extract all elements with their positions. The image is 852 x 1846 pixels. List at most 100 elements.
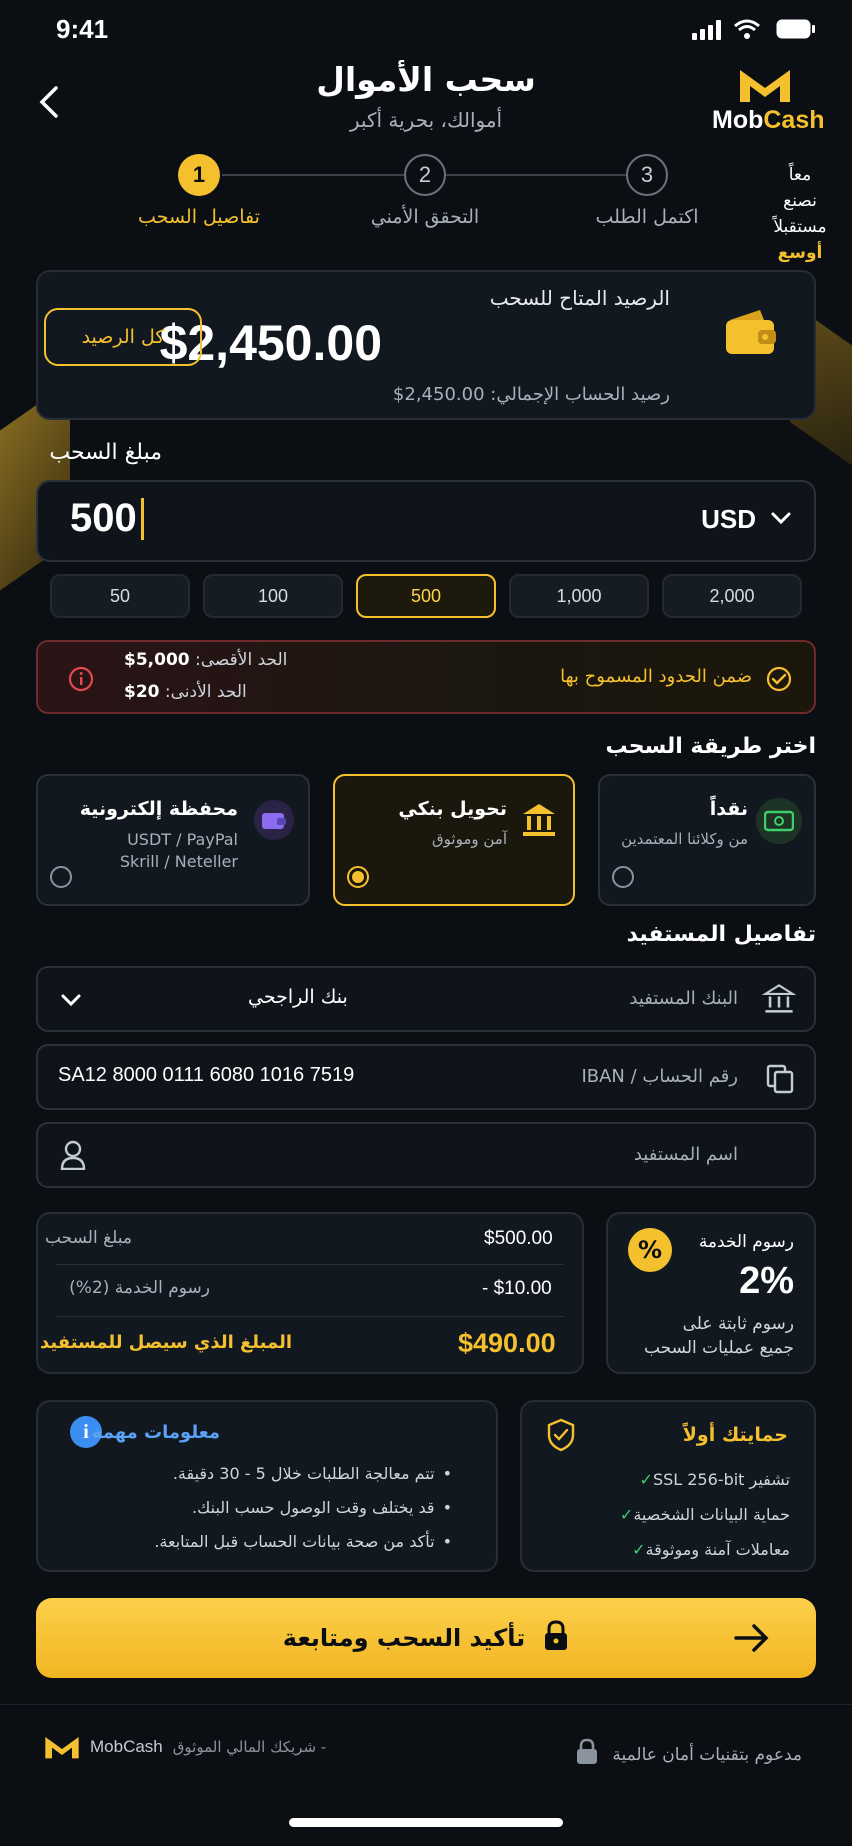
home-indicator bbox=[289, 1818, 563, 1827]
limit-min: الحد الأدنى: $20 bbox=[124, 682, 247, 702]
slogan-line4: أوسع bbox=[777, 243, 823, 263]
currency-select[interactable]: USD bbox=[701, 504, 792, 535]
bank-label: البنك المستفيد bbox=[629, 988, 738, 1009]
bank-icon bbox=[519, 800, 559, 844]
iban-value[interactable]: SA12 8000 0111 6080 1016 7519 bbox=[58, 1064, 354, 1087]
limit-max-label: الحد الأقصى: bbox=[195, 650, 288, 670]
method-cash-title: نقداً bbox=[709, 798, 748, 820]
all-balance-label: كل الرصيد bbox=[81, 326, 165, 348]
protection-item-1-text: تشفير SSL 256-bit bbox=[652, 1470, 790, 1489]
info-item-1: •تتم معالجة الطلبات خلال 5 - 30 دقيقة. bbox=[172, 1464, 452, 1483]
amount-section-title: مبلغ السحب bbox=[49, 440, 162, 465]
footer-tagline: - شريكك المالي الموثوق bbox=[172, 1738, 327, 1756]
chevron-down-icon bbox=[60, 992, 82, 1011]
fees-desc-1: رسوم ثابتة على bbox=[682, 1314, 794, 1334]
limits-status: ضمن الحدود المسموح بها bbox=[560, 666, 752, 687]
limit-min-value: $20 bbox=[124, 682, 160, 702]
info-item-2-text: قد يختلف وقت الوصول حسب البنك. bbox=[192, 1498, 435, 1517]
method-bank-transfer[interactable]: تحويل بنكي آمن وموثوق bbox=[333, 774, 575, 906]
back-button[interactable] bbox=[30, 82, 70, 122]
limits-banner: ضمن الحدود المسموح بها الحد الأقصى: $5,0… bbox=[36, 640, 816, 714]
brand-name-part1: Mob bbox=[712, 106, 764, 134]
check-circle-icon bbox=[766, 666, 792, 696]
fees-percent: 2% bbox=[739, 1260, 794, 1302]
method-ewallet[interactable]: محفظة إلكترونية USDT / PayPal Skrill / N… bbox=[36, 774, 310, 906]
balance-label: الرصيد المتاح للسحب bbox=[489, 286, 670, 310]
method-bank-radio[interactable] bbox=[347, 866, 369, 888]
balance-total-label: رصيد الحساب الإجمالي: bbox=[490, 384, 670, 405]
method-cash[interactable]: نقداً من وكلائنا المعتمدين bbox=[598, 774, 816, 906]
currency-value: USD bbox=[701, 504, 756, 534]
limit-max: الحد الأقصى: $5,000 bbox=[124, 650, 287, 670]
method-ewallet-desc-2: Skrill / Neteller bbox=[119, 852, 238, 871]
protection-title: حمايتك أولاً bbox=[682, 1424, 788, 1446]
summary-card: مبلغ السحب $500.00 رسوم الخدمة (2%) - $1… bbox=[36, 1212, 584, 1374]
chevron-down-icon bbox=[770, 510, 792, 529]
summary-amount-label: مبلغ السحب bbox=[44, 1228, 132, 1248]
step-3-label: اكتمل الطلب bbox=[595, 206, 699, 228]
method-cash-radio[interactable] bbox=[612, 866, 634, 888]
protection-item-2: حماية البيانات الشخصية✓ bbox=[612, 1505, 790, 1524]
slogan-line1: معاً bbox=[788, 165, 812, 185]
protection-item-2-text: حماية البيانات الشخصية bbox=[633, 1505, 790, 1524]
confirm-withdraw-label: تأكيد السحب ومتابعة bbox=[282, 1624, 526, 1652]
iban-field[interactable]: رقم الحساب / IBAN SA12 8000 0111 6080 10… bbox=[36, 1044, 816, 1110]
text-cursor bbox=[140, 497, 144, 540]
fees-desc-2: جميع عمليات السحب bbox=[644, 1338, 794, 1358]
quick-amount-100[interactable]: 100 bbox=[203, 574, 343, 618]
summary-fee-label: رسوم الخدمة (2%) bbox=[69, 1278, 210, 1298]
bank-select[interactable]: البنك المستفيد بنك الراجحي bbox=[36, 966, 816, 1032]
logo-m-icon bbox=[740, 70, 790, 102]
confirm-withdraw-button[interactable]: تأكيد السحب ومتابعة bbox=[36, 1598, 816, 1678]
step-2-circle: 2 bbox=[404, 154, 446, 196]
balance-card: الرصيد المتاح للسحب $2,450.00 رصيد الحسا… bbox=[36, 270, 816, 420]
wallet-icon bbox=[724, 306, 778, 362]
info-title: معلومات مهمة bbox=[91, 1422, 220, 1443]
brand-name-part2: Cash bbox=[763, 106, 825, 134]
summary-net-value: $490.00 bbox=[458, 1328, 556, 1358]
quick-amount-2000[interactable]: 2,000 bbox=[662, 574, 802, 618]
amount-input-field[interactable]: 500 USD bbox=[36, 480, 816, 562]
quick-amount-500[interactable]: 500 bbox=[356, 574, 496, 618]
copy-icon[interactable] bbox=[766, 1064, 794, 1098]
footer-brand: MobCash - شريكك المالي الموثوق bbox=[44, 1734, 326, 1760]
wifi-icon bbox=[733, 18, 761, 44]
summary-divider-2 bbox=[56, 1316, 564, 1317]
summary-fee-value: - $10.00 bbox=[482, 1278, 552, 1299]
lock-icon bbox=[576, 1738, 598, 1771]
footer-brand-text: MobCash bbox=[90, 1737, 163, 1756]
status-time: 9:41 bbox=[56, 14, 109, 44]
step-3-circle: 3 bbox=[626, 154, 668, 196]
quick-amount-50[interactable]: 50 bbox=[50, 574, 190, 618]
check-icon: ✓ bbox=[619, 1505, 634, 1524]
lock-icon bbox=[543, 1620, 569, 1656]
amount-input[interactable]: 500 bbox=[70, 496, 144, 541]
summary-amount-value: $500.00 bbox=[484, 1228, 553, 1249]
protection-item-3: معاملات آمنة وموثوقة✓ bbox=[624, 1540, 790, 1559]
info-alert-icon bbox=[68, 666, 94, 696]
shield-icon bbox=[546, 1418, 576, 1456]
protection-item-1: تشفير SSL 256-bit✓ bbox=[632, 1470, 790, 1489]
user-icon bbox=[60, 1140, 86, 1174]
chevron-left-icon bbox=[39, 86, 58, 118]
method-bank-desc: آمن وموثوق bbox=[432, 830, 507, 848]
limit-min-label: الحد الأدنى: bbox=[164, 682, 247, 702]
bank-field-icon bbox=[761, 982, 797, 1020]
footer-security: مدعوم بتقنيات أمان عالمية bbox=[576, 1738, 802, 1771]
all-balance-button[interactable]: كل الرصيد bbox=[44, 308, 202, 366]
methods-section-title: اختر طريقة السحب bbox=[605, 734, 816, 759]
info-item-3: •تأكد من صحة بيانات الحساب قبل المتابعة. bbox=[154, 1532, 452, 1551]
step-1-circle: 1 bbox=[178, 154, 220, 196]
method-ewallet-radio[interactable] bbox=[50, 866, 72, 888]
logo-m-icon bbox=[45, 1737, 79, 1759]
beneficiary-name-field[interactable]: اسم المستفيد bbox=[36, 1122, 816, 1188]
bank-value: بنك الراجحي bbox=[248, 986, 348, 1008]
balance-total: رصيد الحساب الإجمالي: $2,450.00 bbox=[393, 384, 670, 405]
footer-divider bbox=[0, 1704, 852, 1705]
info-item-1-text: تتم معالجة الطلبات خلال 5 - 30 دقيقة. bbox=[172, 1464, 435, 1483]
battery-icon bbox=[776, 19, 816, 43]
step-2-label: التحقق الأمني bbox=[370, 206, 480, 228]
quick-amount-1000[interactable]: 1,000 bbox=[509, 574, 649, 618]
page-subtitle: أموالك، بحرية أكبر bbox=[349, 108, 503, 132]
ewallet-icon bbox=[254, 800, 294, 840]
